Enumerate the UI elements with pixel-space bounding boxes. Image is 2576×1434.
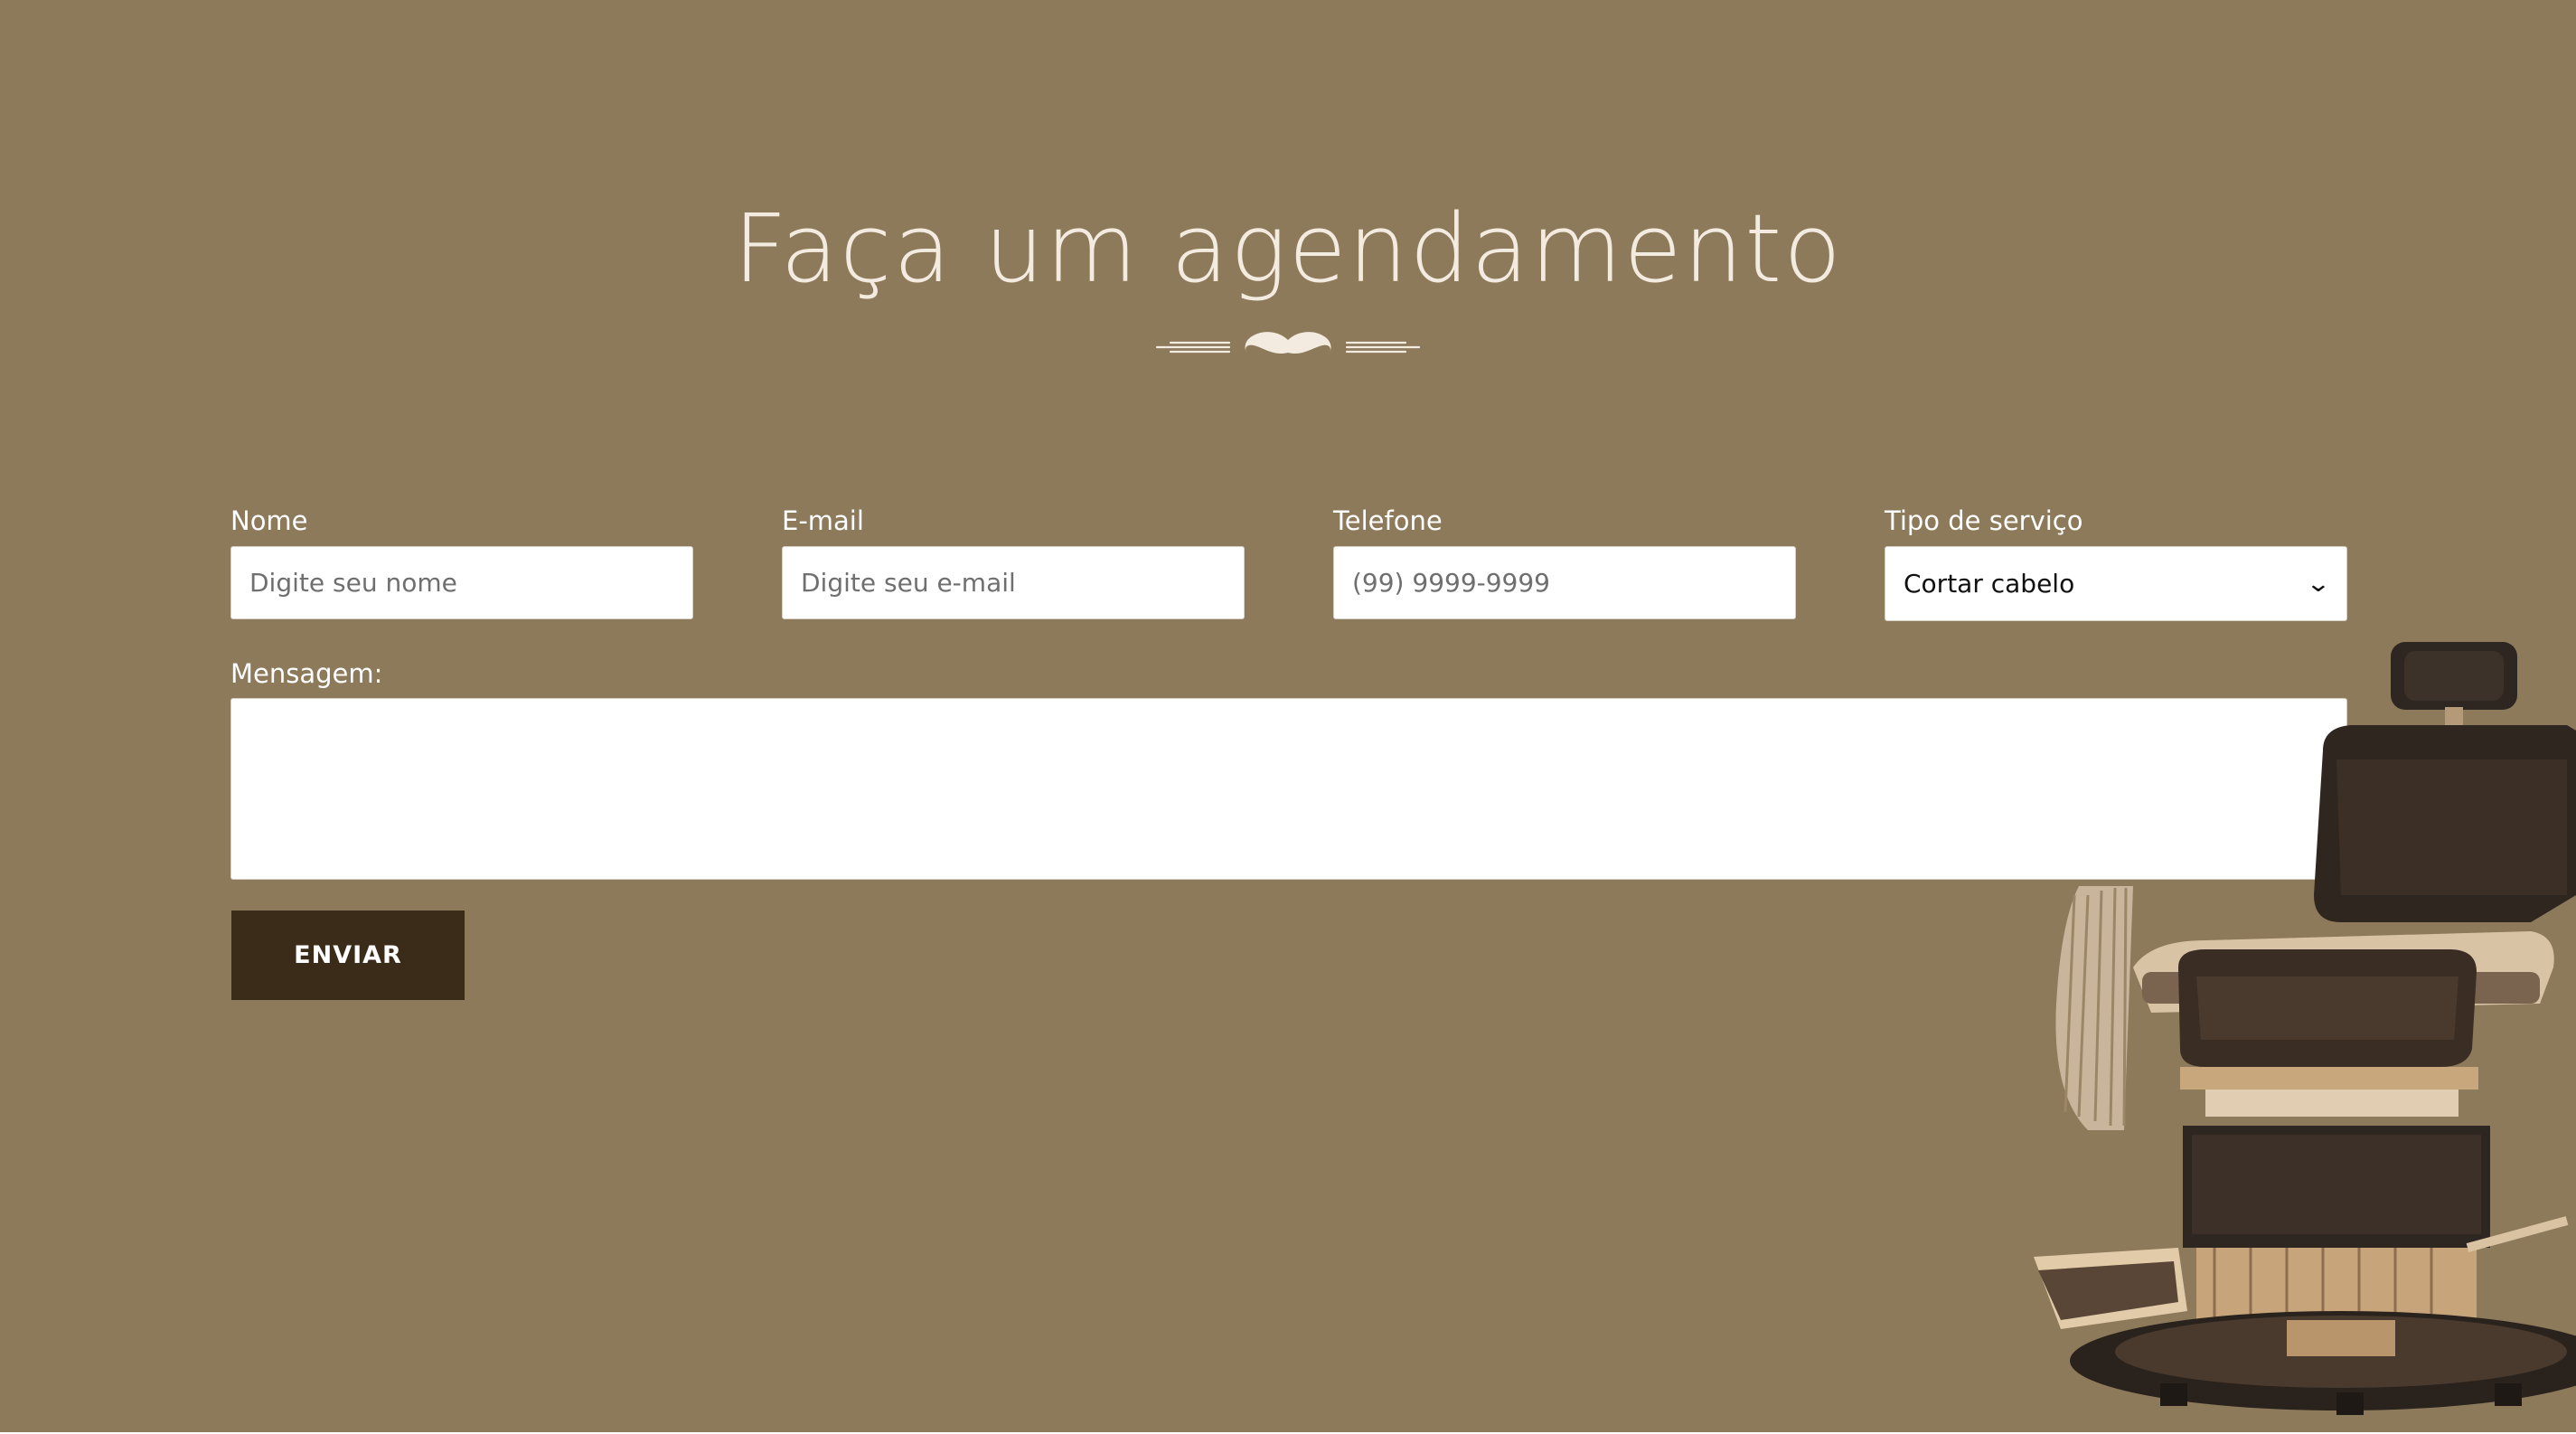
message-label: Mensagem: <box>230 658 383 689</box>
name-label: Nome <box>230 505 308 536</box>
barber-chair-image <box>2034 642 2576 1415</box>
chevron-down-icon: ⌄ <box>2305 570 2332 598</box>
email-label: E-mail <box>782 505 864 536</box>
phone-input[interactable] <box>1333 546 1796 619</box>
name-input[interactable] <box>230 546 693 619</box>
service-selected-value: Cortar cabelo <box>1904 569 2075 599</box>
mustache-divider-icon <box>1155 332 1421 354</box>
phone-label: Telefone <box>1333 505 1443 536</box>
submit-button[interactable]: ENVIAR <box>231 910 465 1000</box>
service-label: Tipo de serviço <box>1885 505 2083 536</box>
booking-section: Faça um agendamento Nome E-mail Telefone… <box>0 0 2576 1432</box>
service-select[interactable]: Cortar cabelo ⌄ <box>1885 546 2347 621</box>
email-input[interactable] <box>782 546 1245 619</box>
page-title: Faça um agendamento <box>733 193 1843 304</box>
